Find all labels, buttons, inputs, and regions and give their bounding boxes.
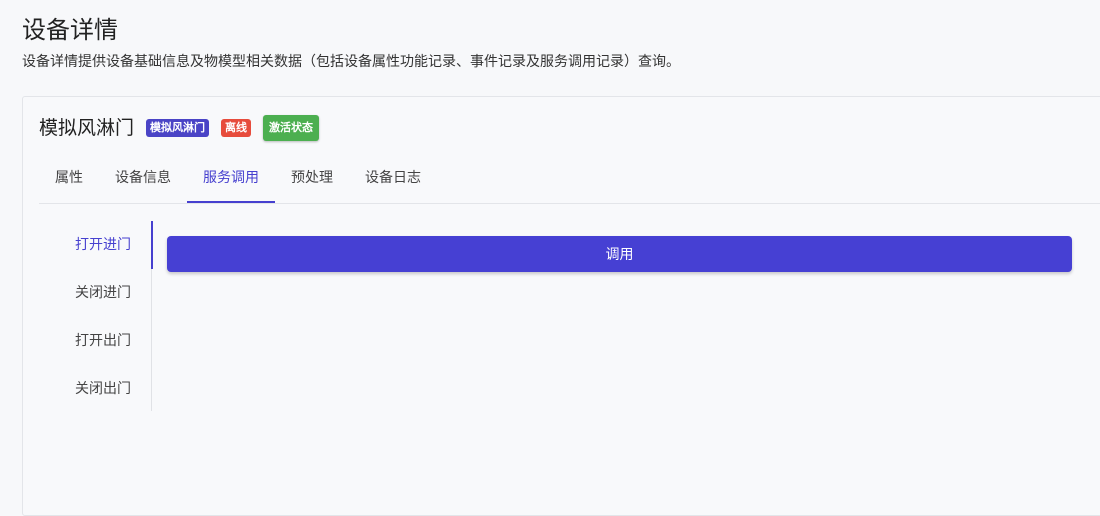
service-item-open-entrance[interactable]: 打开进门 xyxy=(39,221,153,269)
service-item-close-entrance[interactable]: 关闭进门 xyxy=(39,269,151,317)
service-list: 打开进门 关闭进门 打开出门 关闭出门 xyxy=(39,221,153,413)
invoke-button[interactable]: 调用 xyxy=(167,236,1072,272)
page-header: 设备详情 设备详情提供设备基础信息及物模型相关数据（包括设备属性功能记录、事件记… xyxy=(22,14,680,72)
device-name: 模拟风淋门 xyxy=(39,117,135,139)
service-item-open-exit[interactable]: 打开出门 xyxy=(39,317,151,365)
tab-service-invoke[interactable]: 服务调用 xyxy=(187,153,275,203)
page-title: 设备详情 xyxy=(22,16,118,44)
activate-status-button[interactable]: 激活状态 xyxy=(263,115,320,141)
tab-properties[interactable]: 属性 xyxy=(39,153,99,203)
tab-device-info[interactable]: 设备信息 xyxy=(99,153,187,203)
tab-device-log[interactable]: 设备日志 xyxy=(349,153,437,203)
page-description: 设备详情提供设备基础信息及物模型相关数据（包括设备属性功能记录、事件记录及服务调… xyxy=(22,54,680,70)
model-badge: 模拟风淋门 xyxy=(146,119,210,137)
device-card: 模拟风淋门 模拟风淋门 离线 激活状态 属性 设备信息 服务调用 预处理 设备日… xyxy=(22,96,1100,516)
tab-bar: 属性 设备信息 服务调用 预处理 设备日志 xyxy=(39,153,1100,204)
service-item-close-exit[interactable]: 关闭出门 xyxy=(39,365,151,413)
tab-preprocess[interactable]: 预处理 xyxy=(275,153,349,203)
status-badge: 离线 xyxy=(221,119,252,137)
device-header: 模拟风淋门 模拟风淋门 离线 激活状态 xyxy=(39,115,331,141)
